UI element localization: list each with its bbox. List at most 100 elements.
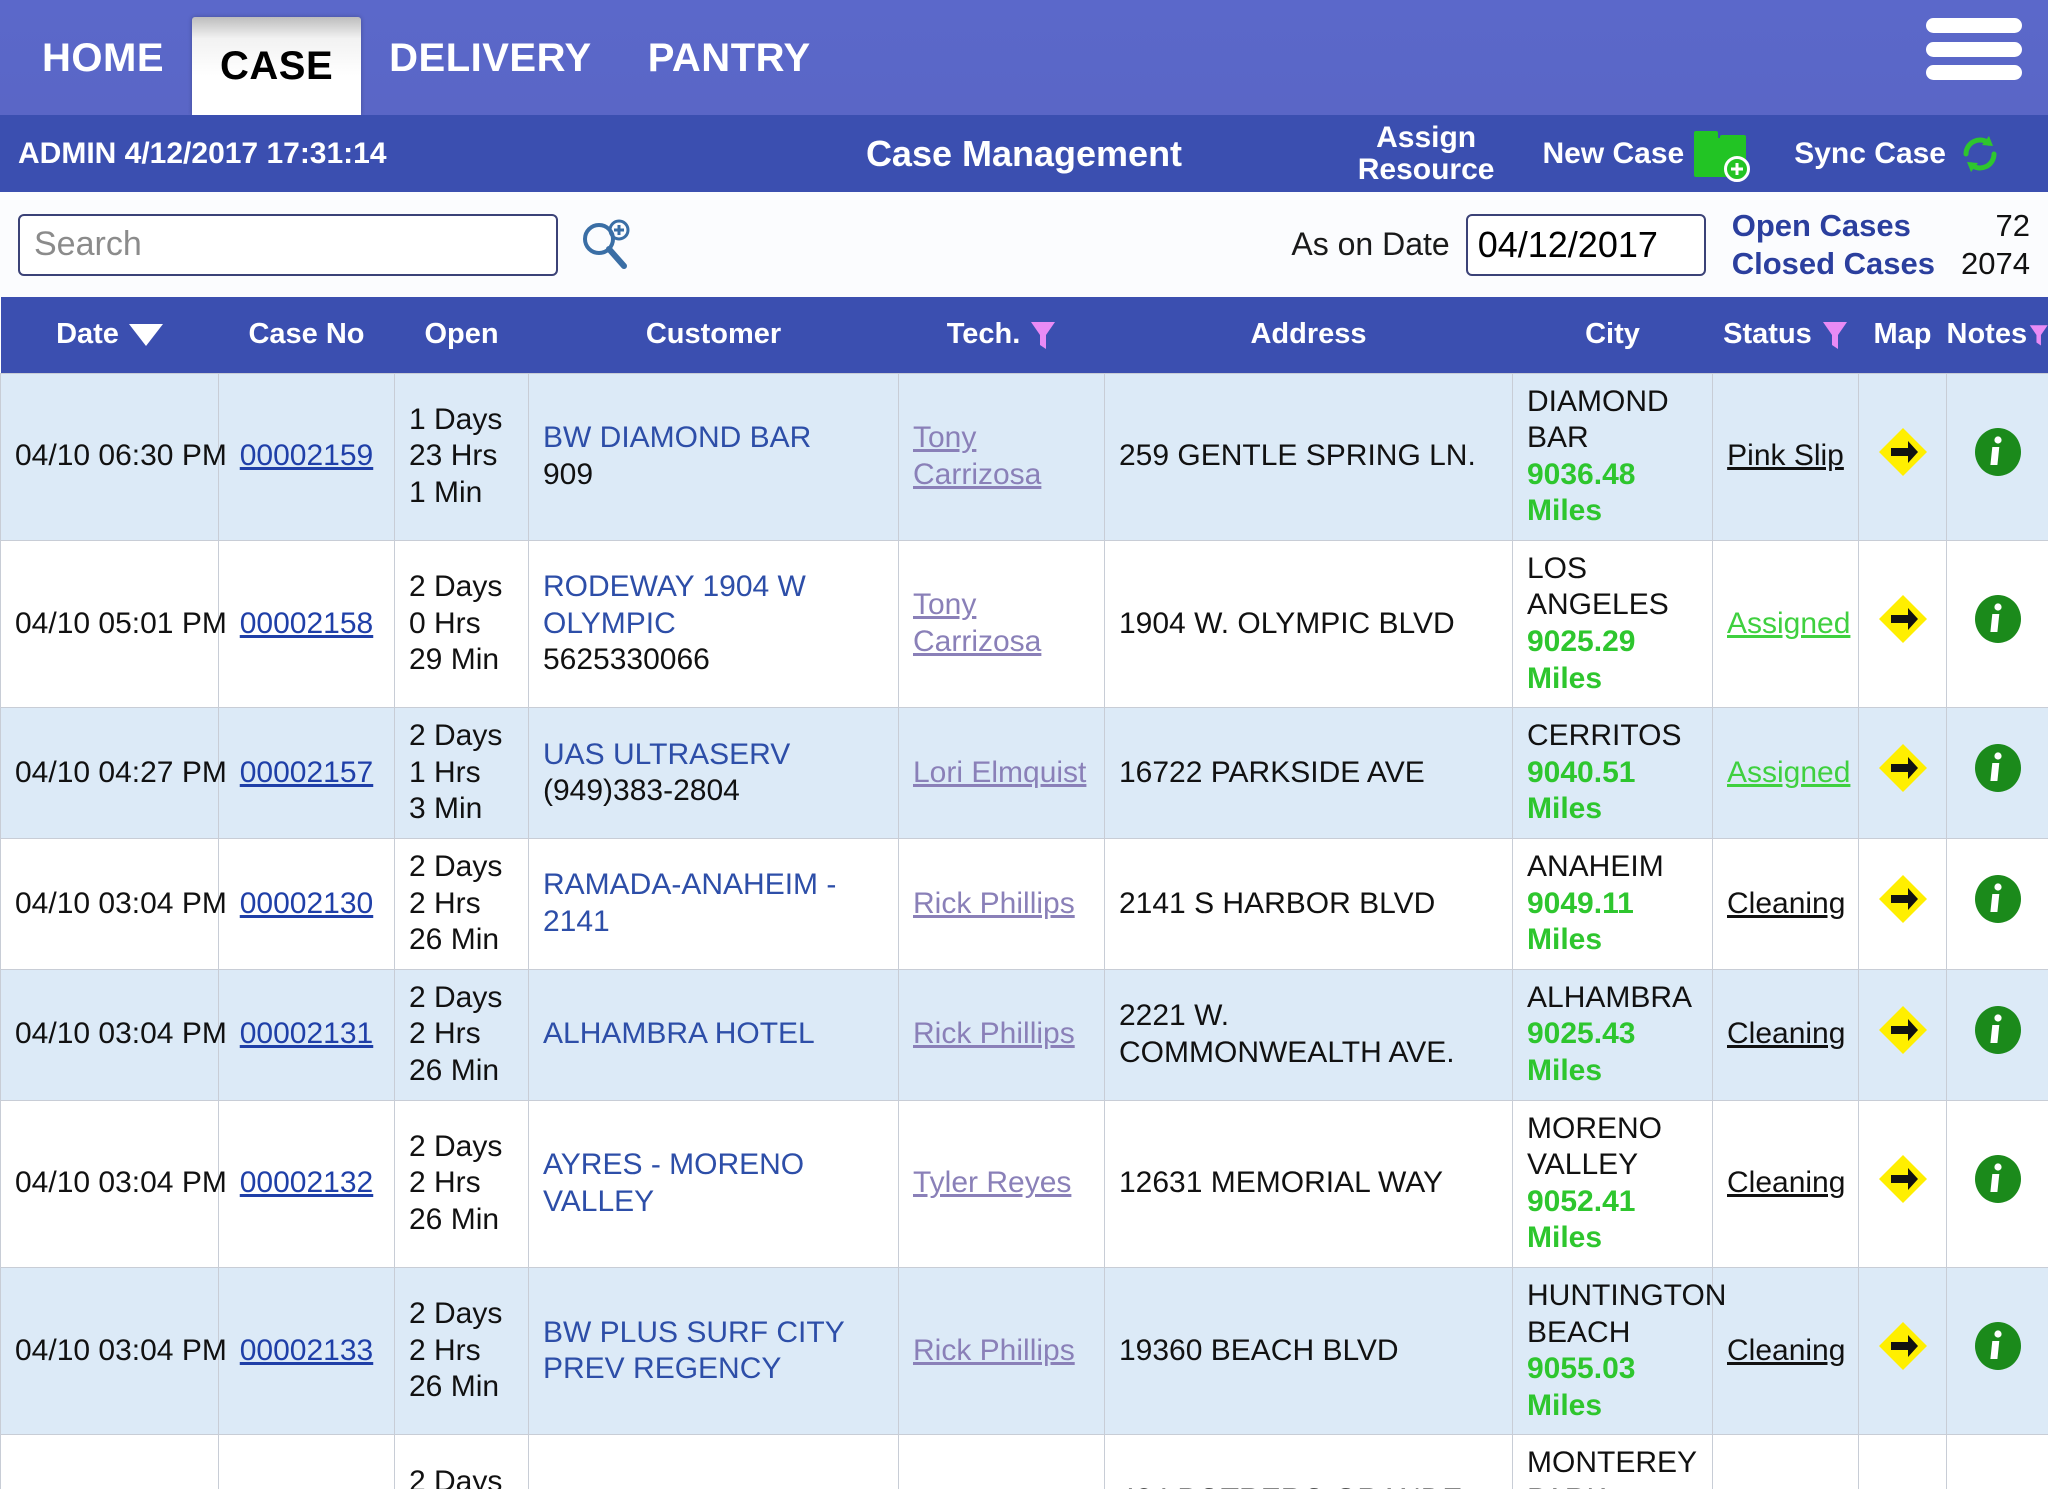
cell-case-no[interactable]: 00002159 [218, 372, 395, 541]
cell-map[interactable] [1858, 1266, 1947, 1436]
filter-funnel-icon[interactable] [1030, 320, 1056, 350]
case-number-link[interactable]: 00002130 [240, 887, 373, 920]
table-row[interactable]: 04/10 03:04 PM 00002132 2 Days 2 Hrs 26 Mi… [0, 1099, 2048, 1268]
cell-notes[interactable] [1946, 968, 2048, 1101]
tech-link[interactable]: Tyler Reyes [913, 1166, 1071, 1199]
column-header-map[interactable]: Map [1858, 297, 1947, 373]
case-number-link[interactable]: 00002157 [240, 756, 373, 789]
cell-status[interactable]: Assigned [1712, 707, 1859, 840]
column-header-open[interactable]: Open [394, 297, 529, 373]
cell-map[interactable] [1858, 372, 1947, 541]
search-input[interactable] [18, 213, 558, 276]
info-icon[interactable] [1972, 742, 2024, 794]
cell-tech[interactable]: Tony Carrizosa [898, 539, 1105, 709]
cell-map[interactable] [1858, 968, 1947, 1101]
map-direction-icon[interactable] [1877, 426, 1929, 478]
status-link[interactable]: Cleaning [1727, 1017, 1845, 1050]
status-link[interactable]: Cleaning [1727, 1166, 1845, 1199]
cell-notes[interactable] [1946, 1099, 2048, 1268]
tech-link[interactable]: Lori Elmquist [913, 756, 1086, 789]
sort-descending-icon[interactable] [128, 323, 163, 346]
cell-notes[interactable] [1946, 372, 2048, 541]
cell-map[interactable] [1858, 539, 1947, 709]
cell-tech[interactable]: Rick Phillips [898, 968, 1105, 1101]
cell-case-no[interactable]: 00002131 [218, 968, 395, 1101]
info-icon[interactable] [1972, 873, 2024, 925]
cell-map[interactable] [1858, 838, 1947, 970]
table-row[interactable]: 04/10 03:04 PM 00002133 2 Days 2 Hrs 26 Mi… [0, 1266, 2048, 1436]
column-header-customer[interactable]: Customer [528, 297, 899, 373]
column-header-status[interactable]: Status [1712, 297, 1859, 373]
case-number-link[interactable]: 00002158 [240, 607, 373, 640]
cell-status[interactable]: Cleaning [1712, 968, 1859, 1101]
search-zoom-in-icon[interactable] [578, 218, 632, 272]
tech-link[interactable]: Rick Phillips [913, 1334, 1075, 1367]
map-direction-icon[interactable] [1877, 742, 1929, 794]
cell-case-no[interactable]: 00002158 [218, 539, 395, 709]
table-row[interactable]: 04/10 06:30 PM 00002159 1 Days 23 Hrs 1 Mi… [0, 372, 2048, 541]
cell-notes[interactable] [1946, 707, 2048, 840]
cell-notes[interactable] [1946, 539, 2048, 709]
filter-funnel-icon[interactable] [1822, 320, 1848, 350]
case-number-link[interactable]: 00002133 [240, 1334, 373, 1367]
table-row[interactable]: 04/10 03:04 PM 00002131 2 Days 2 Hrs 26 Mi… [0, 968, 2048, 1101]
tech-link[interactable]: Tony Carrizosa [913, 588, 1041, 658]
nav-tab-pantry[interactable]: PANTRY [620, 36, 839, 115]
info-icon[interactable] [1972, 1153, 2024, 1205]
map-direction-icon[interactable] [1877, 873, 1929, 925]
cell-case-no[interactable]: 00002133 [218, 1266, 395, 1436]
cell-status[interactable]: Cleaning [1712, 1099, 1859, 1268]
nav-tab-case[interactable]: CASE [192, 17, 362, 115]
table-row[interactable]: 04/10 05:01 PM 00002158 2 Days 0 Hrs 29 Mi… [0, 539, 2048, 709]
tech-link[interactable]: Rick Phillips [913, 1017, 1075, 1050]
cell-notes[interactable] [1946, 838, 2048, 970]
column-header-city[interactable]: City [1512, 297, 1713, 373]
cell-tech[interactable]: Rick Phillips [898, 838, 1105, 970]
info-icon[interactable] [1972, 593, 2024, 645]
cell-case-no[interactable]: 00002157 [218, 707, 395, 840]
info-icon[interactable] [1972, 1320, 2024, 1372]
cell-status[interactable]: Cleaning [1712, 1266, 1859, 1436]
table-row[interactable]: 04/10 03:04 PM 00002130 2 Days 2 Hrs 26 Mi… [0, 838, 2048, 970]
cell-tech[interactable]: Rick Phillips [898, 1434, 1105, 1489]
nav-tab-delivery[interactable]: DELIVERY [361, 36, 620, 115]
map-direction-icon[interactable] [1877, 1004, 1929, 1056]
status-link[interactable]: Assigned [1727, 607, 1850, 640]
nav-tab-home[interactable]: HOME [14, 36, 192, 115]
case-number-link[interactable]: 00002132 [240, 1166, 373, 1199]
status-link[interactable]: Cleaning [1727, 1334, 1845, 1367]
sync-case-button[interactable]: Sync Case [1770, 130, 2028, 178]
cell-map[interactable] [1858, 1434, 1947, 1489]
new-case-button[interactable]: New Case [1518, 130, 1770, 182]
cell-case-no[interactable]: 00002132 [218, 1099, 395, 1268]
info-icon[interactable] [1972, 1004, 2024, 1056]
info-icon[interactable] [1972, 426, 2024, 478]
cell-status[interactable]: Assigned [1712, 539, 1859, 709]
column-header-address[interactable]: Address [1104, 297, 1513, 373]
table-row[interactable]: 04/10 04:27 PM 00002157 2 Days 1 Hrs 3 Min… [0, 707, 2048, 840]
cell-tech[interactable]: Rick Phillips [898, 1266, 1105, 1436]
cell-status[interactable]: Pink Slip [1712, 372, 1859, 541]
tech-link[interactable]: Rick Phillips [913, 887, 1075, 920]
table-row[interactable]: 04/10 03:04 PM000021342 Days 2 Hrs 26 Mi… [0, 1434, 2048, 1489]
map-direction-icon[interactable] [1877, 593, 1929, 645]
filter-funnel-icon[interactable] [2029, 320, 2048, 350]
map-direction-icon[interactable] [1877, 1153, 1929, 1205]
cell-status[interactable]: Cleaning [1712, 838, 1859, 970]
cell-tech[interactable]: Lori Elmquist [898, 707, 1105, 840]
hamburger-menu-icon[interactable] [1926, 18, 2022, 80]
column-header-tech[interactable]: Tech. [898, 297, 1105, 373]
as-on-date-input[interactable] [1465, 213, 1706, 276]
status-link[interactable]: Pink Slip [1727, 439, 1844, 472]
case-number-link[interactable]: 00002131 [240, 1017, 373, 1050]
status-link[interactable]: Cleaning [1727, 887, 1845, 920]
cell-case-no[interactable]: 00002134 [218, 1434, 395, 1489]
case-number-link[interactable]: 00002159 [240, 439, 373, 472]
cell-tech[interactable]: Tyler Reyes [898, 1099, 1105, 1268]
cell-notes[interactable] [1946, 1266, 2048, 1436]
cell-map[interactable] [1858, 1099, 1947, 1268]
column-header-date[interactable]: Date [0, 297, 219, 373]
cell-map[interactable] [1858, 707, 1947, 840]
map-direction-icon[interactable] [1877, 1320, 1929, 1372]
assign-resource-button[interactable]: Assign Resource [1334, 122, 1519, 185]
